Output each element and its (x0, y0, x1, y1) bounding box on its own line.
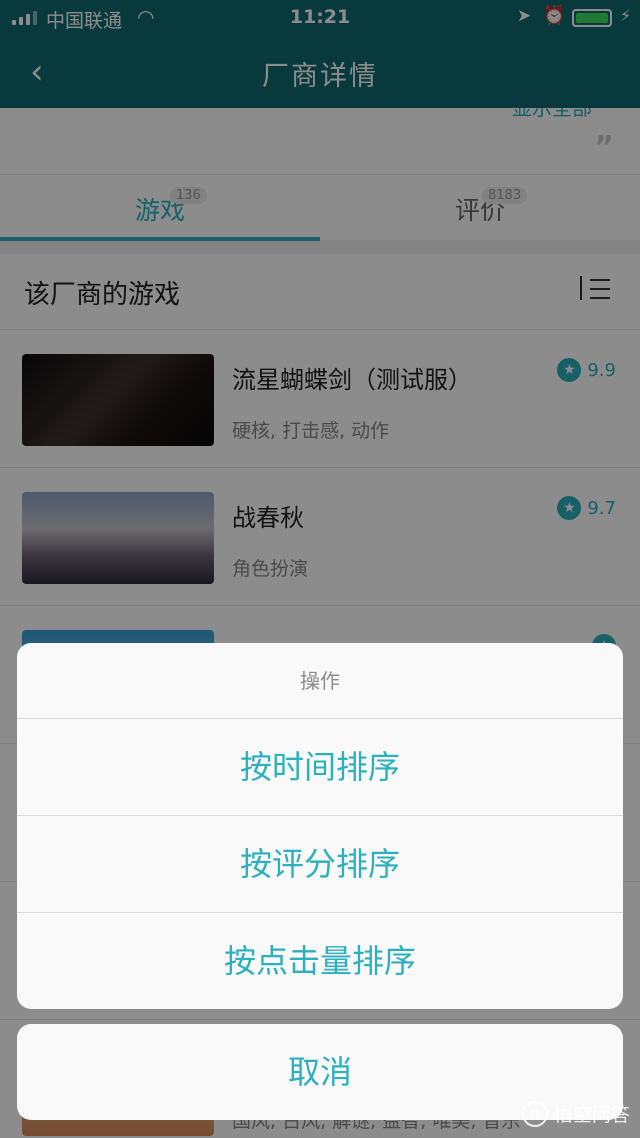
sort-by-time-button[interactable]: 按时间排序 (17, 719, 623, 816)
sort-by-clicks-button[interactable]: 按点击量排序 (17, 913, 623, 1009)
watermark: ◍ 悟空问答 (521, 1100, 630, 1127)
action-sheet-title: 操作 (17, 643, 623, 719)
action-sheet: 操作 按时间排序 按评分排序 按点击量排序 (17, 643, 623, 1009)
watermark-label: 悟空问答 (553, 1104, 630, 1126)
sort-by-rating-button[interactable]: 按评分排序 (17, 816, 623, 913)
watermark-logo-icon: ◍ (521, 1100, 548, 1127)
